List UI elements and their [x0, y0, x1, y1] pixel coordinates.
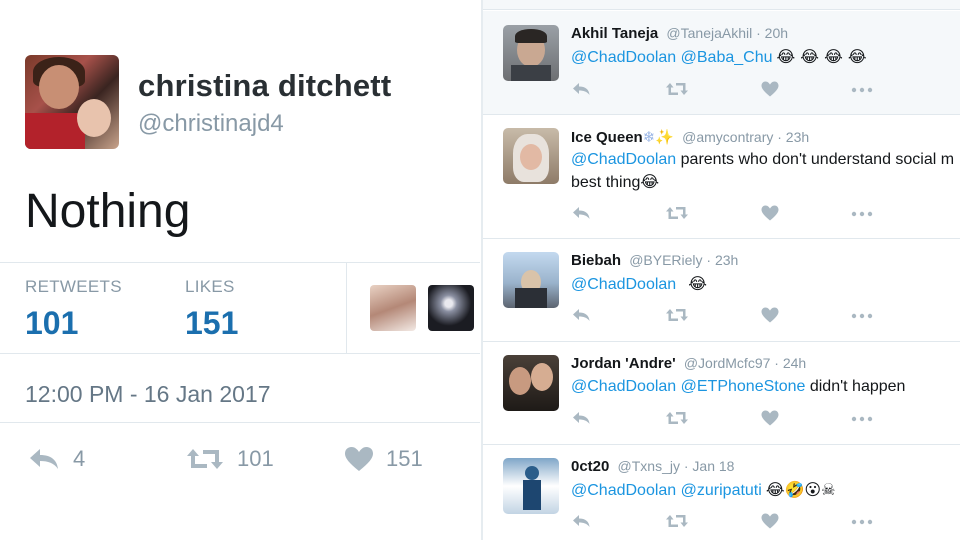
retweet-icon[interactable]: [665, 307, 689, 328]
reply-emoji: 😂🤣😮☠: [765, 480, 836, 499]
likes-count[interactable]: 151: [185, 305, 238, 342]
author-handle[interactable]: @christinajd4: [138, 110, 284, 138]
retweet-icon[interactable]: [665, 205, 689, 226]
reply-icon[interactable]: [571, 81, 591, 102]
retweet-count: 101: [237, 446, 274, 471]
author-display-name[interactable]: christina ditchett: [138, 68, 391, 104]
reply-header: Akhil Taneja @TanejaAkhil · 20h: [571, 25, 788, 42]
actions-divider: [0, 422, 480, 423]
reply-author-name[interactable]: Ice Queen: [571, 129, 643, 146]
reply-avatar[interactable]: [503, 252, 559, 308]
reply-actions: [571, 307, 891, 327]
reply-header: 0ct20 @Txns_jy · Jan 18: [571, 458, 734, 475]
reply-icon: [27, 446, 61, 472]
reply-author-name[interactable]: Jordan 'Andre': [571, 355, 676, 372]
retweets-label: RETWEETS: [25, 277, 122, 296]
more-icon[interactable]: [851, 513, 873, 534]
reply-text: @ChadDoolan @Baba_Chu 😂 😂 😂 😂: [571, 45, 960, 69]
replies-panel: Akhil Taneja @TanejaAkhil · 20h @ChadDoo…: [481, 0, 960, 540]
like-count: 151: [386, 446, 423, 471]
main-tweet: christina ditchett @christinajd4 Nothing…: [0, 0, 480, 540]
reply-actions: [571, 410, 891, 430]
reply-author-name[interactable]: Akhil Taneja: [571, 25, 658, 42]
reply-header: Biebah @BYERiely · 23h: [571, 252, 738, 269]
reply-text: @ChadDoolan @ETPhoneStone didn't happen: [571, 375, 960, 398]
reply-meta[interactable]: @BYERiely · 23h: [629, 252, 738, 268]
author-avatar[interactable]: [25, 55, 119, 149]
retweet-icon[interactable]: [665, 513, 689, 534]
reply-item[interactable]: 0ct20 @Txns_jy · Jan 18 @ChadDoolan @zur…: [483, 445, 960, 540]
more-icon[interactable]: [851, 205, 873, 226]
reply-icon[interactable]: [571, 410, 591, 431]
more-icon[interactable]: [851, 410, 873, 431]
reply-name-emoji: ❄✨: [642, 128, 674, 146]
heart-icon[interactable]: [761, 81, 779, 102]
reply-mentions[interactable]: @ChadDoolan: [571, 151, 676, 168]
reply-header: Ice Queen❄✨ @amycontrary · 23h: [571, 128, 809, 146]
reply-author-name[interactable]: 0ct20: [571, 458, 609, 475]
reply-actions: [571, 205, 891, 225]
reply-icon[interactable]: [571, 513, 591, 534]
reply-text: @ChadDoolan 😂: [571, 272, 960, 296]
liker-avatar[interactable]: [428, 285, 474, 331]
like-button[interactable]: 151: [344, 446, 423, 472]
previous-reply-edge: [483, 0, 960, 10]
reply-text-content: didn't happen: [805, 378, 906, 395]
reply-header: Jordan 'Andre' @JordMcfc97 · 24h: [571, 355, 806, 372]
reply-icon[interactable]: [571, 307, 591, 328]
reply-button[interactable]: 4: [27, 446, 85, 472]
more-icon[interactable]: [851, 307, 873, 328]
tweet-text: Nothing: [25, 185, 191, 238]
reply-avatar[interactable]: [503, 128, 559, 184]
retweet-button[interactable]: 101: [185, 446, 274, 472]
retweets-count[interactable]: 101: [25, 305, 78, 342]
more-icon[interactable]: [851, 81, 873, 102]
reply-meta[interactable]: @Txns_jy · Jan 18: [618, 458, 735, 474]
reply-mentions[interactable]: @ChadDoolan @ETPhoneStone: [571, 378, 805, 395]
reply-item[interactable]: Ice Queen❄✨ @amycontrary · 23h @ChadDool…: [483, 115, 960, 239]
reply-item[interactable]: Akhil Taneja @TanejaAkhil · 20h @ChadDoo…: [483, 11, 960, 115]
reply-mentions[interactable]: @ChadDoolan @Baba_Chu: [571, 49, 773, 66]
reply-actions: [571, 81, 891, 101]
reply-emoji: 😂: [688, 274, 707, 293]
reply-mentions[interactable]: @ChadDoolan: [571, 276, 676, 293]
reply-meta[interactable]: @JordMcfc97 · 24h: [684, 355, 806, 371]
reply-actions: [571, 513, 891, 533]
reply-mentions[interactable]: @ChadDoolan @zuripatuti: [571, 482, 762, 499]
reply-author-name[interactable]: Biebah: [571, 252, 621, 269]
reply-item[interactable]: Jordan 'Andre' @JordMcfc97 · 24h @ChadDo…: [483, 342, 960, 445]
reply-avatar[interactable]: [503, 458, 559, 514]
reply-count: 4: [73, 446, 86, 471]
reply-text: @ChadDoolan parents who don't understand…: [571, 148, 960, 194]
heart-icon[interactable]: [761, 513, 779, 534]
reply-avatar[interactable]: [503, 355, 559, 411]
heart-icon[interactable]: [761, 410, 779, 431]
reply-avatar[interactable]: [503, 25, 559, 81]
reply-icon[interactable]: [571, 205, 591, 226]
reply-text-content: parents who don't understand social m: [676, 151, 955, 168]
retweet-icon[interactable]: [665, 81, 689, 102]
heart-icon[interactable]: [761, 205, 779, 226]
stats-divider: [346, 263, 347, 353]
reply-item[interactable]: Biebah @BYERiely · 23h @ChadDoolan 😂: [483, 239, 960, 342]
reply-text-line2: best thing😂: [571, 174, 660, 191]
tweet-stats: RETWEETS 101 LIKES 151: [0, 262, 480, 354]
reply-meta[interactable]: @amycontrary · 23h: [682, 129, 809, 145]
retweet-icon[interactable]: [665, 410, 689, 431]
reply-meta[interactable]: @TanejaAkhil · 20h: [666, 25, 788, 41]
liker-avatar[interactable]: [370, 285, 416, 331]
heart-icon: [344, 446, 374, 472]
heart-icon[interactable]: [761, 307, 779, 328]
retweet-icon: [185, 446, 225, 472]
reply-emoji: 😂 😂 😂 😂: [776, 47, 867, 66]
reply-text: @ChadDoolan @zuripatuti 😂🤣😮☠: [571, 478, 960, 502]
likes-label: LIKES: [185, 277, 235, 296]
tweet-timestamp[interactable]: 12:00 PM - 16 Jan 2017: [25, 381, 271, 408]
